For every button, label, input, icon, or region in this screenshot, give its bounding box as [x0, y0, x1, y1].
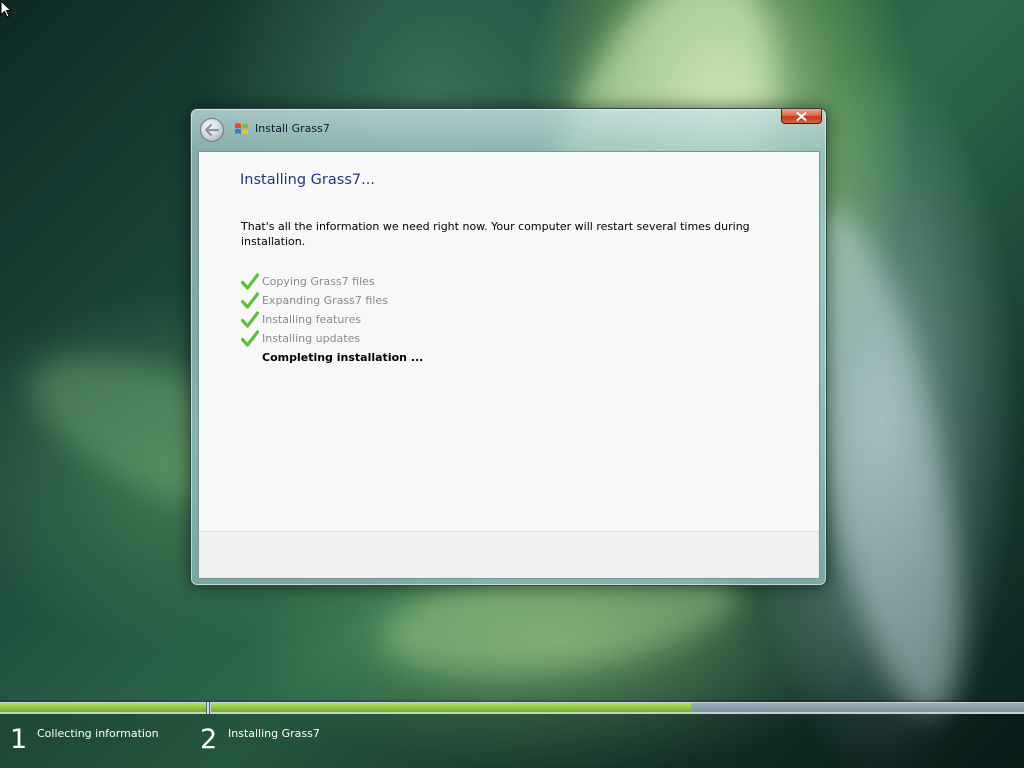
install-step: Copying Grass7 files	[241, 272, 423, 291]
phase-number-2: 2	[200, 724, 218, 755]
step-label: Completing installation ...	[262, 351, 424, 364]
back-arrow-icon	[205, 124, 219, 136]
checkmark-icon	[241, 311, 259, 328]
checkmark-icon	[241, 292, 259, 309]
page-title: Installing Grass7...	[240, 172, 375, 188]
install-step: Installing features	[241, 310, 423, 329]
windows-flag-icon	[235, 123, 248, 135]
phase-label-installing: Installing Grass7	[228, 727, 320, 740]
step-label: Copying Grass7 files	[262, 275, 375, 288]
install-step: Installing updates	[241, 329, 423, 348]
phase2-progress-fill	[211, 703, 691, 712]
content-panel: Installing Grass7... That's all the info…	[198, 151, 820, 579]
installer-window: Install Grass7 Installing Grass7... That…	[190, 108, 827, 586]
window-footer	[199, 531, 819, 578]
mouse-pointer-icon	[0, 0, 12, 18]
install-step-current: Completing installation ...	[241, 348, 423, 367]
phase2-progress-bar	[211, 703, 1024, 712]
step-label: Installing features	[262, 313, 362, 326]
back-button[interactable]	[200, 118, 224, 142]
step-label: Expanding Grass7 files	[262, 294, 388, 307]
checkmark-icon	[241, 273, 259, 290]
step-label: Installing updates	[262, 332, 361, 345]
phase-number-1: 1	[10, 724, 28, 755]
title-bar[interactable]: Install Grass7	[191, 109, 826, 149]
checkmark-icon	[241, 330, 259, 347]
progress-track	[0, 702, 1024, 714]
window-title: Install Grass7	[255, 122, 330, 135]
phase1-progress-bar	[0, 703, 206, 712]
install-steps-list: Copying Grass7 files Expanding Grass7 fi…	[241, 272, 423, 367]
close-button[interactable]	[781, 109, 822, 124]
close-icon	[796, 111, 807, 121]
phase-label-collecting: Collecting information	[37, 727, 159, 740]
install-step: Expanding Grass7 files	[241, 291, 423, 310]
phase-divider	[206, 702, 210, 714]
description-text: That's all the information we need right…	[241, 220, 750, 248]
